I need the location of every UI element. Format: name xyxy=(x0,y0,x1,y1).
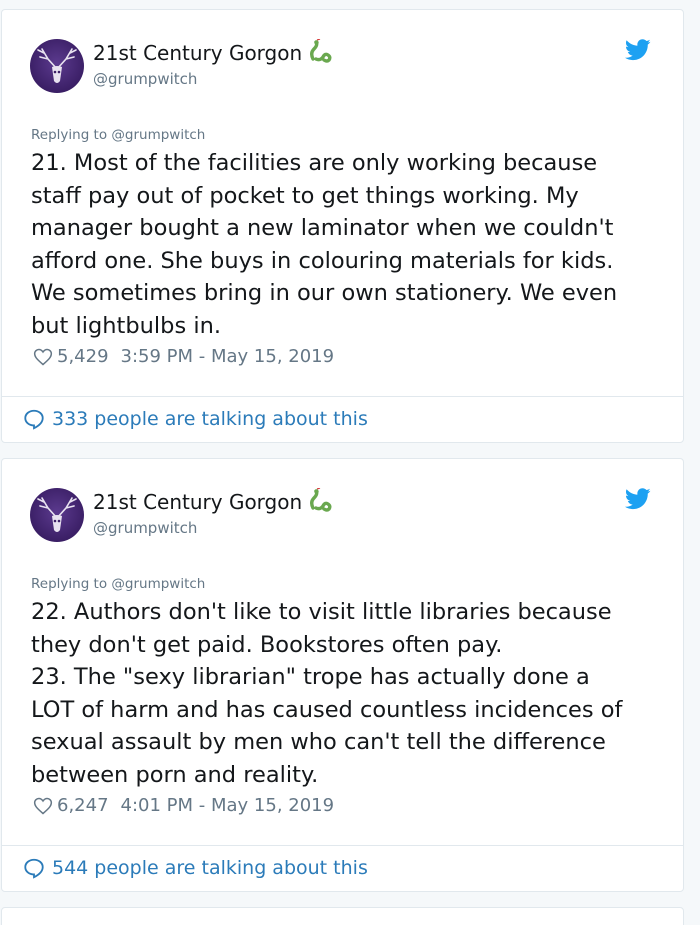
deer-skull-avatar-icon xyxy=(37,497,77,532)
talking-link[interactable]: 333 people are talking about this xyxy=(23,408,368,430)
display-name[interactable]: 21st Century Gorgon xyxy=(93,41,302,65)
name-block: 21st Century Gorgon @grumpwitch xyxy=(93,38,334,89)
tweet-card-1[interactable]: 21st Century Gorgon @grumpwitch Replying… xyxy=(1,9,684,443)
tweet-header: 21st Century Gorgon @grumpwitch xyxy=(30,37,655,93)
twitter-bird-icon[interactable] xyxy=(625,488,651,510)
display-name[interactable]: 21st Century Gorgon xyxy=(93,490,302,514)
speech-bubble-icon xyxy=(24,409,44,430)
tweet-text: 21. Most of the facilities are only work… xyxy=(31,150,618,339)
tweet-header: 21st Century Gorgon @grumpwitch xyxy=(30,486,655,542)
talking-text[interactable]: 333 people are talking about this xyxy=(52,408,368,430)
timestamp[interactable]: 4:01 PM - May 15, 2019 xyxy=(121,795,335,816)
snake-emoji-icon xyxy=(308,38,334,69)
talking-text[interactable]: 544 people are talking about this xyxy=(52,857,368,879)
heart-outline-icon[interactable] xyxy=(33,347,53,367)
avatar[interactable] xyxy=(30,488,84,542)
like-count: 5,429 xyxy=(57,346,109,367)
snake-emoji-icon xyxy=(308,487,334,518)
twitter-bird-icon[interactable] xyxy=(625,39,651,61)
name-block: 21st Century Gorgon @grumpwitch xyxy=(93,487,334,538)
divider xyxy=(2,845,683,846)
tweet-meta: 6,247 4:01 PM - May 15, 2019 xyxy=(33,795,334,816)
replying-to[interactable]: Replying to @grumpwitch xyxy=(31,576,205,592)
heart-outline-icon[interactable] xyxy=(33,796,53,816)
timestamp[interactable]: 3:59 PM - May 15, 2019 xyxy=(121,346,335,367)
like-count: 6,247 xyxy=(57,795,109,816)
handle[interactable]: @grumpwitch xyxy=(93,518,334,538)
handle[interactable]: @grumpwitch xyxy=(93,69,334,89)
avatar[interactable] xyxy=(30,39,84,93)
replying-to[interactable]: Replying to @grumpwitch xyxy=(31,127,205,143)
deer-skull-avatar-icon xyxy=(37,48,77,83)
tweet-meta: 5,429 3:59 PM - May 15, 2019 xyxy=(33,346,334,367)
speech-bubble-icon xyxy=(24,858,44,879)
divider xyxy=(2,396,683,397)
talking-link[interactable]: 544 people are talking about this xyxy=(23,857,368,879)
tweet-text: 22. Authors don't like to visit little l… xyxy=(31,599,623,788)
tweet-card-2[interactable]: 21st Century Gorgon @grumpwitch Replying… xyxy=(1,458,684,892)
tweet-card-3-partial xyxy=(1,907,684,925)
